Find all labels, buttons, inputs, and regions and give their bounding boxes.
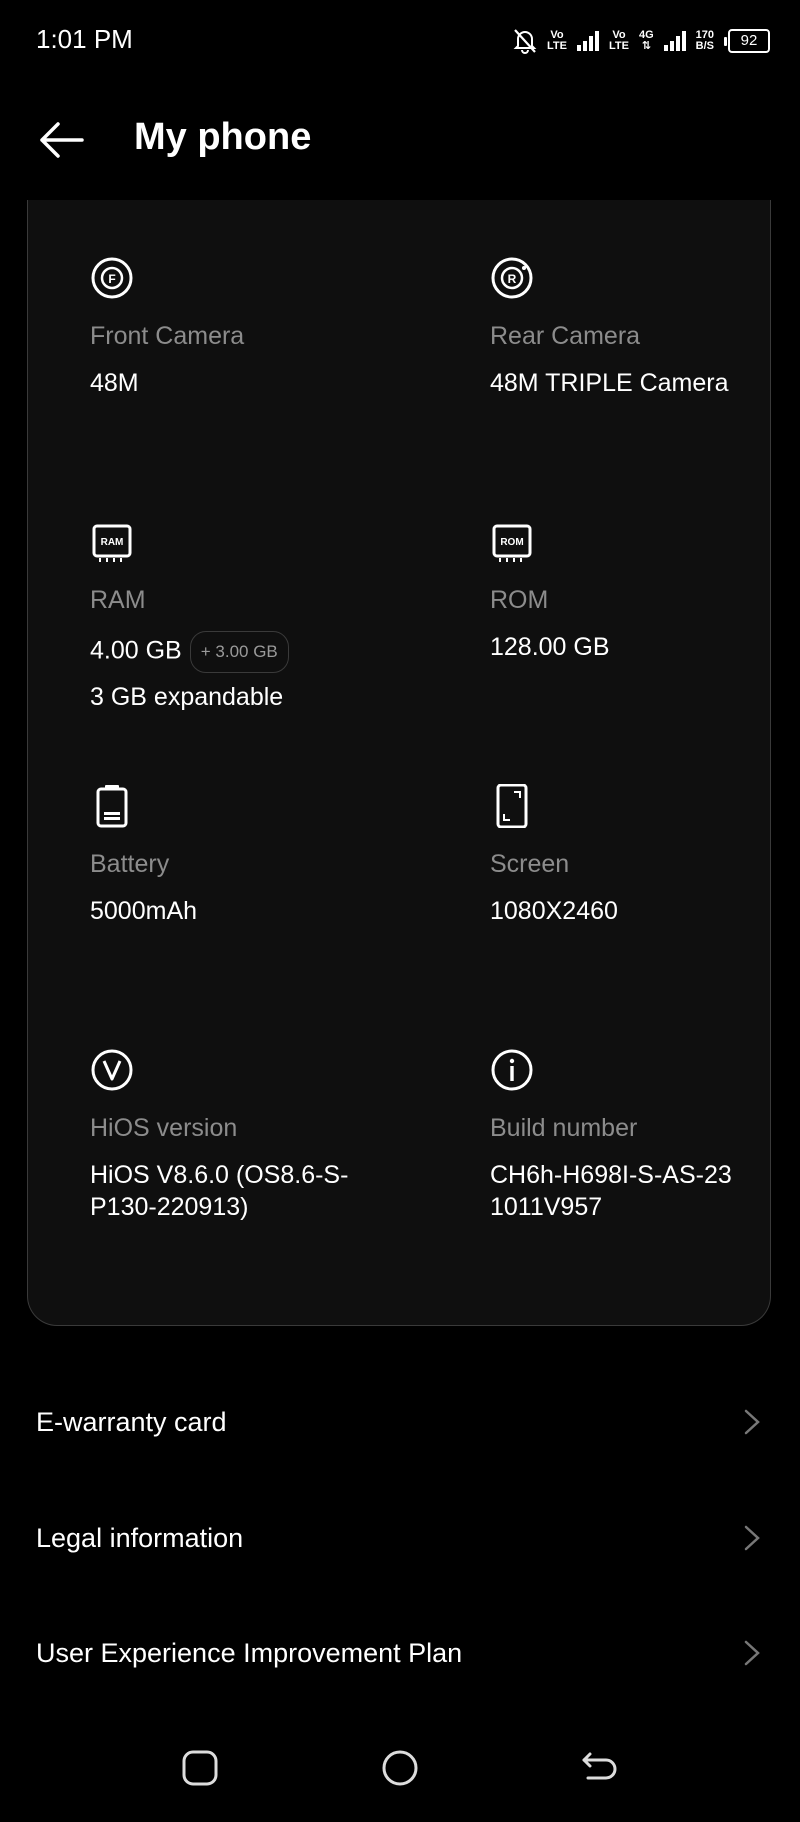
- chevron-right-icon: [744, 1525, 760, 1551]
- svg-text:R: R: [508, 272, 517, 286]
- spec-ram: RAM RAM 4.00 GB + 3.00 GB 3 GB expandable: [90, 520, 410, 712]
- e-warranty-card-row[interactable]: E-warranty card: [0, 1372, 800, 1472]
- spec-rom: ROM ROM 128.00 GB: [490, 520, 800, 663]
- hios-version-icon: [91, 1049, 133, 1091]
- back-arrow-icon[interactable]: [36, 118, 86, 162]
- recent-apps-button[interactable]: [178, 1746, 222, 1790]
- spec-rear-camera: R Rear Camera 48M TRIPLE Camera: [490, 256, 740, 399]
- status-icons: Vo LTE Vo LTE 4G ⇅ 170 B/S 92: [513, 24, 770, 58]
- signal-1-icon: [576, 31, 599, 51]
- ram-value: 4.00 GB: [90, 636, 182, 665]
- info-icon: [491, 1049, 533, 1091]
- home-button[interactable]: [378, 1746, 422, 1790]
- volte-1-indicator: Vo LTE: [547, 29, 567, 52]
- signal-2-icon: [663, 31, 686, 51]
- svg-text:RAM: RAM: [101, 537, 124, 548]
- spec-build-number: Build number CH6h-H698I-S-AS-231011V957: [490, 1048, 742, 1223]
- rear-camera-icon: R: [491, 257, 533, 299]
- battery-status-icon: 92: [724, 29, 770, 53]
- chevron-right-icon: [744, 1409, 760, 1435]
- spec-screen: Screen 1080X2460: [490, 784, 800, 927]
- page-title: My phone: [134, 116, 312, 158]
- network-speed: 170 B/S: [695, 29, 714, 52]
- ram-expandable-note: 3 GB expandable: [90, 683, 284, 711]
- legal-information-row[interactable]: Legal information: [0, 1488, 800, 1588]
- spec-battery: Battery 5000mAh: [90, 784, 410, 927]
- status-time: 1:01 PM: [36, 24, 133, 54]
- battery-level: 92: [728, 29, 770, 53]
- battery-icon: [96, 785, 128, 828]
- bell-muted-icon: [513, 29, 537, 54]
- spec-front-camera: F Front Camera 48M: [90, 256, 410, 399]
- back-button[interactable]: [578, 1746, 622, 1790]
- front-camera-icon: F: [91, 257, 133, 299]
- screen-icon: [496, 784, 528, 828]
- data-arrows-icon: ⇅: [641, 40, 651, 52]
- chevron-right-icon: [744, 1640, 760, 1666]
- rom-chip-icon: ROM: [492, 524, 532, 562]
- specs-card: F Front Camera 48M R Rear Camera 48M TRI…: [27, 200, 771, 1326]
- svg-text:ROM: ROM: [500, 537, 523, 548]
- user-experience-plan-row[interactable]: User Experience Improvement Plan: [0, 1603, 800, 1703]
- network-type-indicator: 4G ⇅: [638, 29, 654, 52]
- svg-text:F: F: [108, 272, 115, 286]
- ram-expansion-chip: + 3.00 GB: [189, 631, 289, 673]
- spec-hios-version: HiOS version HiOS V8.6.0 (OS8.6-S-P130-2…: [90, 1048, 350, 1223]
- volte-2-indicator: Vo LTE: [608, 29, 629, 52]
- ram-chip-icon: RAM: [92, 524, 132, 562]
